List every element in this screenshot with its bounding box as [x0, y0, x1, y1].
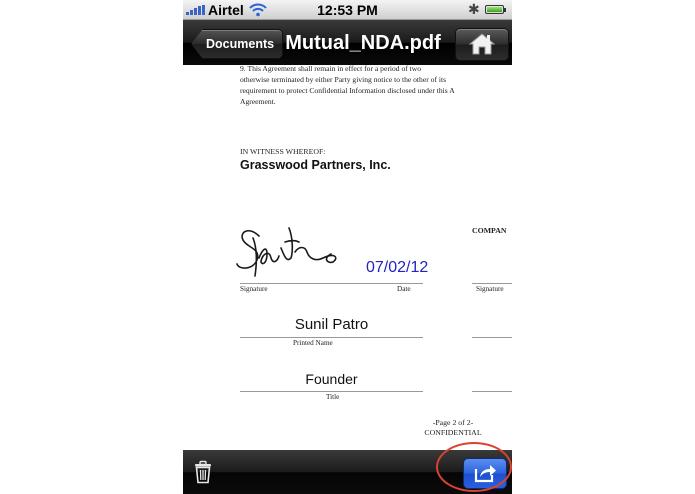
- clock: 12:53 PM: [317, 2, 378, 18]
- trash-icon: [195, 460, 211, 484]
- counterparty-heading: COMPAN: [472, 226, 507, 235]
- document-title: Mutual_NDA.pdf: [285, 32, 441, 54]
- company-name: Grasswood Partners, Inc.: [240, 158, 391, 172]
- status-bar: Airtel 12:53 PM ✱: [183, 0, 512, 20]
- highlight-circle-annotation: [436, 442, 512, 492]
- title-line-right: [472, 391, 512, 392]
- handwritten-signature: [236, 227, 337, 277]
- page-number: -Page 2 of 2-: [432, 418, 474, 427]
- signature-line: [240, 283, 423, 284]
- witness-heading: IN WITNESS WHEREOF:: [240, 147, 326, 156]
- printed-name-label: Printed Name: [293, 339, 333, 347]
- clause-line: 9. This Agreement shall remain in effect…: [240, 64, 422, 73]
- title-value: Founder: [305, 371, 358, 387]
- printed-name-line: [240, 337, 423, 338]
- title-label: Title: [326, 393, 340, 401]
- signature-label-right: Signature: [476, 285, 504, 293]
- date-label: Date: [397, 285, 411, 293]
- printed-name-value: Sunil Patro: [294, 316, 369, 333]
- printed-name-line-right: [472, 337, 512, 338]
- title-line: [240, 391, 423, 392]
- clause-line: otherwise terminated by either Party giv…: [240, 75, 447, 84]
- clause-line: Agreement.: [240, 97, 276, 106]
- back-button-documents[interactable]: Documents: [191, 29, 284, 59]
- pdf-page[interactable]: 9. This Agreement shall remain in effect…: [183, 63, 512, 450]
- home-button[interactable]: [455, 28, 509, 61]
- signature-date: 07/02/12: [366, 259, 429, 276]
- navigation-bar: Documents Mutual_NDA.pdf: [183, 20, 512, 65]
- delete-button[interactable]: [193, 460, 213, 484]
- clause-line: requirement to protect Confidential Info…: [240, 86, 455, 95]
- page-footer: -Page 2 of 2- CONFIDENTIAL: [413, 418, 493, 438]
- signature-line-right: [472, 283, 512, 284]
- bluetooth-icon: ✱: [468, 1, 480, 17]
- confidential-label: CONFIDENTIAL: [424, 428, 482, 437]
- phone-screen: Airtel 12:53 PM ✱ Documents Mutual_NDA.p…: [183, 0, 512, 494]
- signature-label: Signature: [240, 285, 268, 293]
- home-icon: [469, 33, 495, 55]
- agreement-clause: 9. This Agreement shall remain in effect…: [240, 63, 512, 107]
- battery-icon: [485, 5, 506, 14]
